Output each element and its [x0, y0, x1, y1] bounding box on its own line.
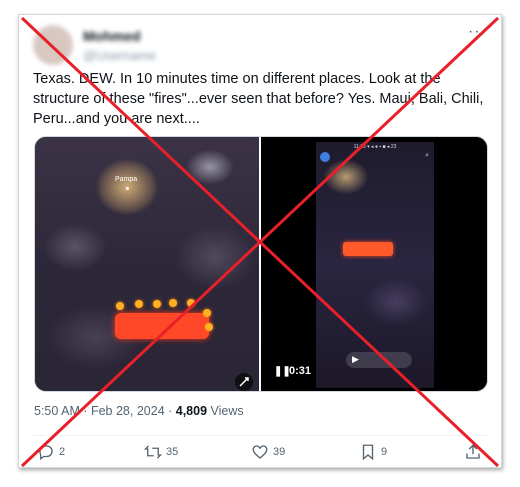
bookmark-count: 9 — [381, 446, 388, 458]
reply-count: 2 — [59, 446, 66, 458]
satellite-image[interactable]: Pampa — [35, 137, 259, 391]
phone-app-icon — [320, 152, 330, 162]
reply-button[interactable]: 2 — [37, 443, 65, 461]
author-names: Mohmed @Username — [83, 28, 156, 63]
fire-dot — [203, 309, 211, 317]
fire-dot — [153, 300, 161, 308]
phone-status-bar: 11:33 ▾ ◂ ● ▪ ■ ◂ 23 — [353, 144, 397, 150]
tweet-meta: 5:50 AM · Feb 28, 2024 · 4,809 Views — [34, 404, 244, 418]
tweet-card[interactable]: Mohmed @Username ··· Texas. DEW. In 10 m… — [18, 14, 502, 468]
video-duration: 0:31 — [289, 365, 312, 377]
share-button[interactable] — [464, 443, 482, 461]
bookmark-button[interactable]: 9 — [359, 443, 387, 461]
phone-screen-recording: 11:33 ▾ ◂ ● ▪ ■ ◂ 23 ⌕ ▶ — [316, 142, 434, 388]
fire-dot — [187, 299, 195, 307]
handle[interactable]: @Username — [83, 48, 156, 63]
like-count: 39 — [273, 446, 286, 458]
fire-cluster-video — [343, 242, 393, 256]
fire-cluster — [115, 313, 209, 339]
media-grid[interactable]: Pampa 11:33 ▾ ◂ ● ▪ ■ ◂ 23 ⌕ ▶ ❚❚ 0:31 — [34, 136, 488, 392]
more-options-icon[interactable]: ··· — [468, 23, 487, 41]
like-button[interactable]: 39 — [251, 443, 285, 461]
fire-dot — [169, 299, 177, 307]
retweet-button[interactable]: 35 — [144, 443, 178, 461]
fire-dot — [116, 302, 124, 310]
map-dot — [126, 187, 129, 190]
video-player[interactable]: 11:33 ▾ ◂ ● ▪ ■ ◂ 23 ⌕ ▶ ❚❚ 0:31 — [261, 137, 487, 391]
reply-icon — [39, 445, 53, 461]
phone-play-icon: ▶ — [352, 354, 359, 364]
like-icon — [252, 445, 268, 459]
display-name[interactable]: Mohmed — [83, 28, 156, 44]
expand-icon[interactable] — [235, 373, 253, 391]
retweet-count: 35 — [166, 446, 179, 458]
bookmark-icon — [362, 444, 374, 461]
fire-dot — [205, 323, 213, 331]
actions-divider — [34, 435, 486, 436]
views-label: Views — [207, 404, 244, 418]
retweet-icon — [144, 445, 162, 459]
timestamp[interactable]: 5:50 AM · Feb 28, 2024 · — [34, 404, 176, 418]
map-label: Pampa — [115, 176, 138, 183]
fire-dot — [135, 300, 143, 308]
action-bar: 2 35 39 9 — [34, 443, 486, 463]
share-icon — [466, 444, 480, 459]
tweet-header: Mohmed @Username — [33, 25, 156, 65]
view-count: 4,809 — [175, 404, 208, 418]
avatar[interactable] — [33, 25, 73, 65]
phone-search-icon: ⌕ — [425, 152, 429, 159]
tweet-text: Texas. DEW. In 10 minutes time on differ… — [33, 71, 484, 127]
